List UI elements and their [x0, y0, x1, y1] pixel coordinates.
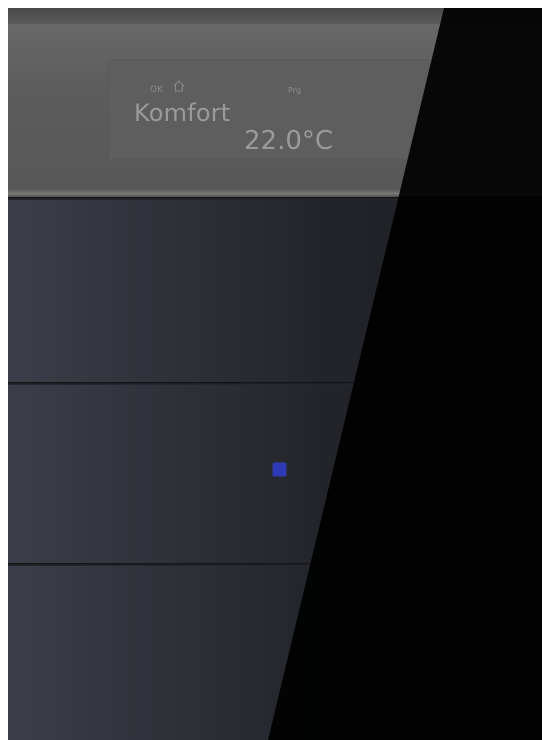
- button-separator: [8, 563, 542, 566]
- program-label: Prg: [288, 86, 301, 95]
- mode-label: Komfort: [134, 99, 231, 127]
- knx-push-button-device: OK Prg Komfort 22.0°C: [8, 8, 542, 740]
- push-button-3[interactable]: [8, 563, 542, 740]
- button-separator: [8, 197, 542, 200]
- status-led-indicator: [273, 463, 286, 476]
- push-button-1[interactable]: [8, 197, 542, 382]
- temperature-value: 22.0°C: [244, 126, 334, 156]
- status-ok-label: OK: [150, 85, 163, 95]
- display-module: OK Prg Komfort 22.0°C: [8, 8, 542, 198]
- house-icon: [173, 80, 185, 92]
- lcd-display: OK Prg Komfort 22.0°C: [108, 59, 429, 160]
- display-bottom-edge: [8, 189, 542, 197]
- display-top-edge: [8, 8, 542, 24]
- button-separator: [8, 382, 542, 385]
- up-arrow-icon[interactable]: [427, 82, 439, 92]
